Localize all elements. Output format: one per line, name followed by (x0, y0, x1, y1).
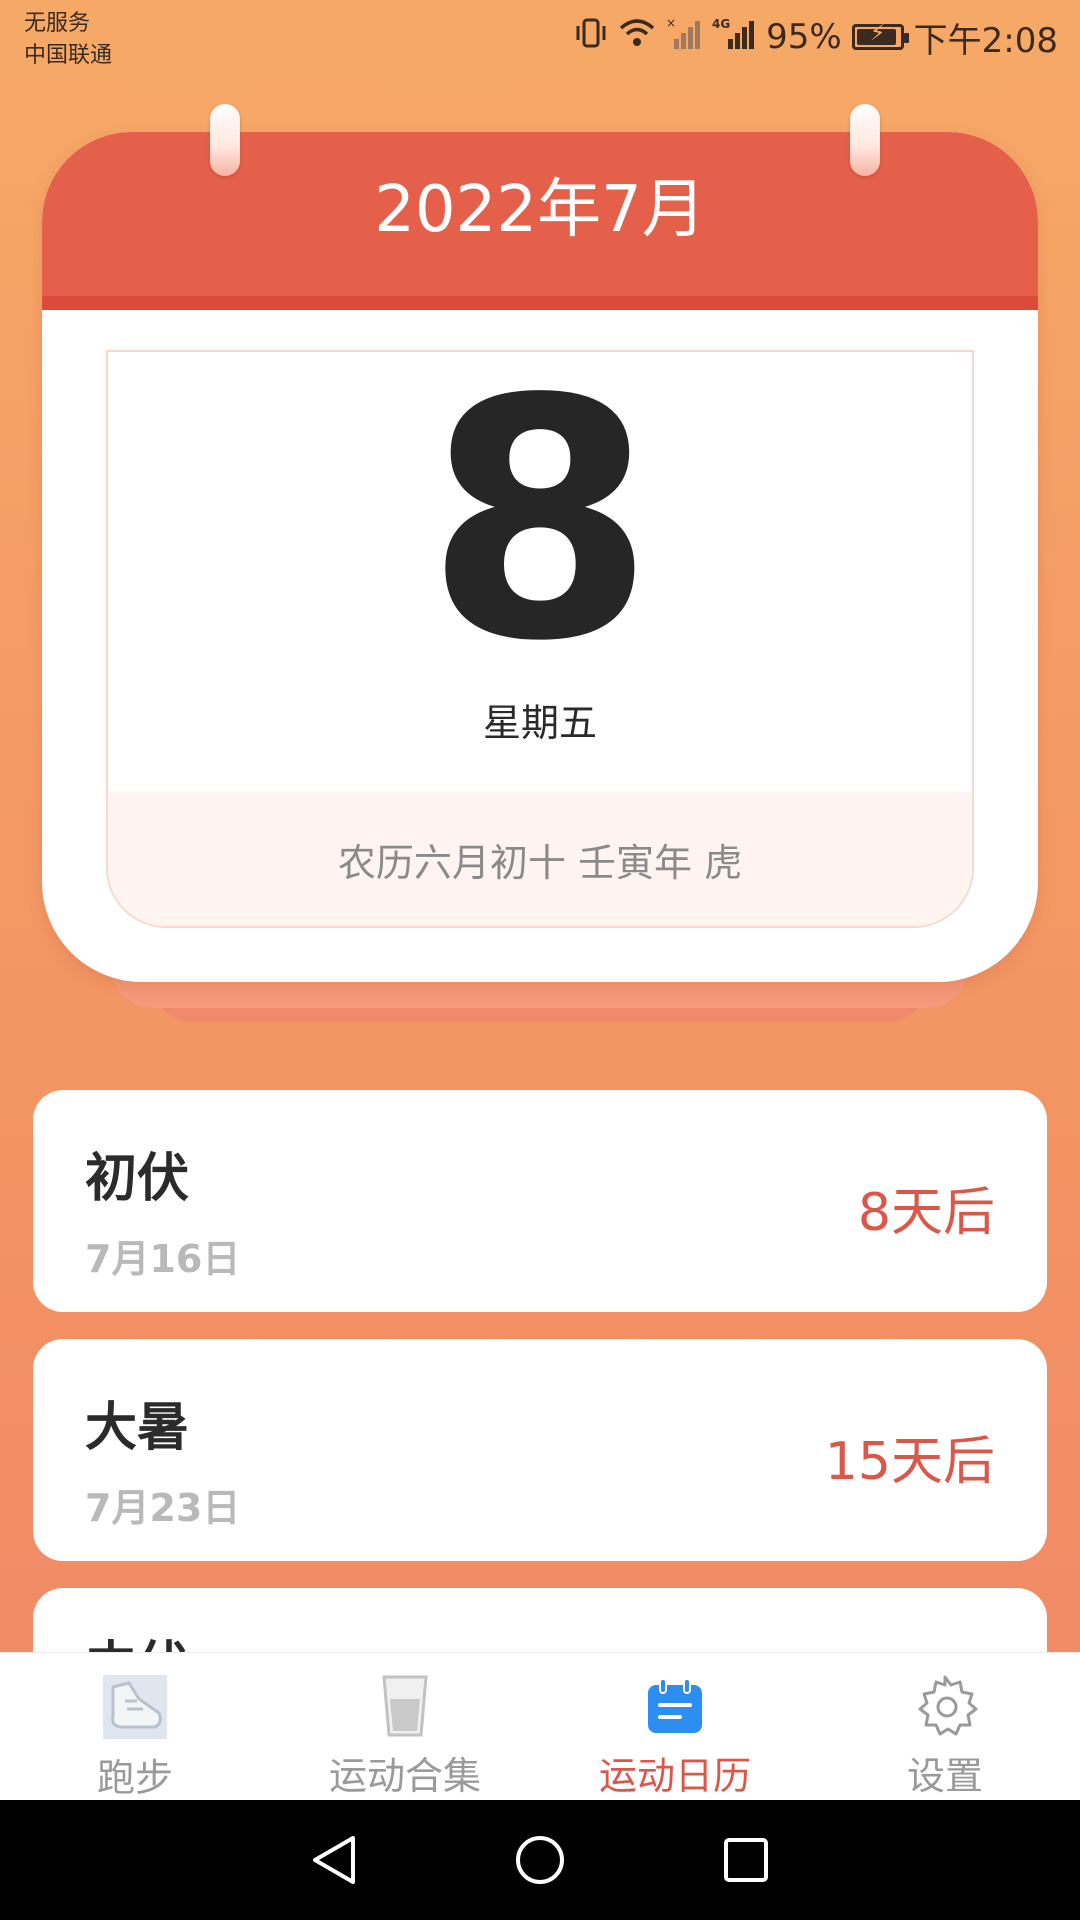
month-title: 2022年7月 (374, 173, 706, 247)
status-bar: 无服务 中国联通 × 4G 95% ⚡ 下午2:08 (0, 0, 1080, 80)
tab-label: 运动合集 (328, 1754, 481, 1798)
lunar-date: 农历六月初十 壬寅年 虎 (337, 840, 743, 885)
carrier-status: 无服务 (24, 11, 91, 36)
day-number: 8 (425, 350, 655, 713)
charging-icon: ⚡ (869, 21, 886, 46)
weekday-label: 星期五 (482, 701, 597, 745)
lunar-date-band: 农历六月初十 壬寅年 虎 (108, 792, 972, 926)
calendar-date-panel: 8 星期五 农历六月初十 壬寅年 虎 (106, 350, 974, 928)
event-card-1[interactable]: 初伏 7月16日 8天后 (33, 1090, 1047, 1312)
system-navigation-bar (0, 1800, 1080, 1920)
svg-text:×: × (666, 16, 676, 30)
tab-label: 设置 (906, 1754, 983, 1798)
event-name: 大暑 (85, 1398, 190, 1458)
event-date: 7月16日 (85, 1237, 241, 1281)
clock: 下午2:08 (913, 20, 1058, 61)
carrier-name: 中国联通 (24, 43, 113, 68)
shoe-icon (101, 1673, 169, 1741)
event-countdown: 15天后 (824, 1432, 995, 1492)
tab-sports-collection[interactable]: 运动合集 (270, 1653, 540, 1800)
cup-icon (380, 1673, 430, 1739)
battery-percent: 95% (766, 17, 842, 57)
no-signal-icon: × (666, 15, 702, 59)
calendar-icon (646, 1673, 704, 1739)
recent-apps-icon[interactable] (718, 1832, 774, 1888)
vibrate-icon (574, 16, 608, 58)
event-countdown: 8天后 (857, 1183, 995, 1243)
tab-sports-calendar[interactable]: 运动日历 (540, 1653, 810, 1800)
carrier-info: 无服务 中国联通 (24, 8, 112, 72)
calendar-card: 2022年7月 8 星期五 农历六月初十 壬寅年 虎 (42, 132, 1038, 982)
signal-4g-icon: 4G (712, 15, 756, 59)
calendar-ring-left (210, 104, 240, 176)
tab-label: 运动日历 (598, 1754, 751, 1798)
event-name: 初伏 (85, 1149, 190, 1209)
home-icon[interactable] (512, 1832, 568, 1888)
tab-label: 跑步 (96, 1756, 173, 1800)
tab-settings[interactable]: 设置 (810, 1653, 1080, 1800)
battery-icon: ⚡ (851, 21, 909, 50)
calendar-ring-right (850, 104, 880, 176)
bottom-navigation: 跑步 运动合集 运动日历 设置 (0, 1652, 1080, 1800)
event-card-2[interactable]: 大暑 7月23日 15天后 (33, 1339, 1047, 1561)
calendar-header: 2022年7月 (42, 132, 1038, 310)
event-card-3[interactable]: 中伏 (33, 1588, 1047, 1652)
calendar-widget: 2022年7月 8 星期五 农历六月初十 壬寅年 虎 (42, 104, 1038, 1022)
status-icons: × 4G 95% ⚡ 下午2:08 (574, 12, 1058, 62)
wifi-icon (618, 16, 656, 58)
gear-icon (912, 1673, 978, 1739)
tab-running[interactable]: 跑步 (0, 1653, 270, 1800)
event-date: 7月23日 (85, 1486, 241, 1530)
network-type: 4G (712, 17, 730, 31)
event-name: 中伏 (85, 1624, 189, 1652)
back-icon[interactable] (306, 1832, 362, 1888)
